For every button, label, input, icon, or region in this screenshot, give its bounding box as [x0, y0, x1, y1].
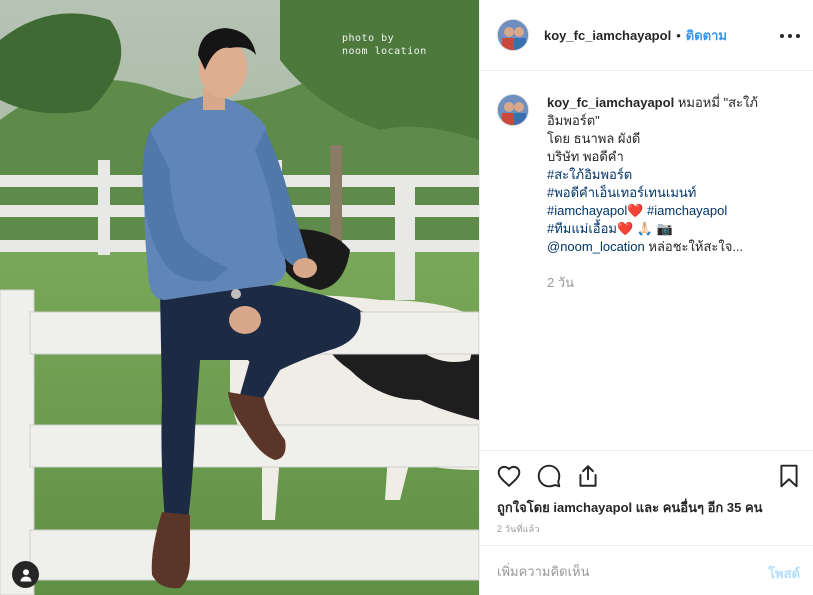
mention-link[interactable]: @noom_location [547, 239, 645, 254]
caption-line4-text: บริษัท พอดีคำ [547, 149, 624, 164]
comment-input[interactable] [497, 560, 737, 582]
caption-line-team: #ทีมแม่เอื้อม❤️ 🙏🏻 📷 [547, 220, 807, 238]
add-comment-bar: โพสต์ [480, 545, 813, 595]
avatar-image [498, 20, 528, 50]
post-photo[interactable]: photo by noom location [0, 0, 479, 595]
likes-summary: ถูกใจโดย iamchayapol และ คนอื่นๆ อีก 35 … [497, 497, 763, 518]
caption-line3-text: โดย ธนาพล ผังดี [547, 131, 641, 146]
heart-emoji: ❤️ [616, 221, 634, 236]
caption-line2-text: อิมพอร์ต" [547, 113, 600, 128]
hashtag-link[interactable]: #สะใภ้อิมพอร์ต [547, 166, 807, 184]
bookmark-icon[interactable] [776, 463, 802, 489]
share-icon[interactable] [575, 463, 601, 489]
user-icon [20, 568, 31, 581]
follow-button[interactable]: ติดตาม [686, 25, 727, 46]
hashtag-link[interactable]: #ทีมแม่เอื้อม [547, 221, 617, 236]
camera-emoji: 📷 [656, 221, 673, 236]
caption-text: koy_fc_iamchayapol หมอหมี่ "สะใภ้ อิมพอร… [547, 94, 807, 256]
caption-mention-suffix: หล่อชะให้สะใจ... [648, 239, 744, 254]
hashtag-link[interactable]: #พอดีคำเอ็นเทอร์เทนเมนท์ [547, 184, 807, 202]
caption-line-hashtags: #iamchayapol❤️ #iamchayapol [547, 202, 807, 220]
caption-avatar[interactable] [497, 94, 529, 126]
liker-username[interactable]: iamchayapol [553, 500, 632, 515]
header-separator: • [676, 27, 681, 43]
watermark-line2: noom location [342, 46, 427, 57]
post-comment-button[interactable]: โพสต์ [768, 563, 800, 584]
hashtag-link[interactable]: #iamchayapol [647, 203, 727, 218]
user-tag-button[interactable] [12, 561, 39, 588]
heart-emoji: ❤️ [627, 203, 644, 218]
heart-icon[interactable] [496, 463, 522, 489]
comment-time[interactable]: 2 วัน [547, 272, 574, 293]
post-header: koy_fc_iamchayapol • ติดตาม [480, 0, 813, 71]
caption-avatar-image [498, 95, 528, 125]
likes-others-link[interactable]: คนอื่นๆ อีก 35 คน [663, 500, 763, 515]
avatar[interactable] [497, 19, 529, 51]
likes-prefix: ถูกใจโดย [497, 500, 550, 515]
post-date[interactable]: 2 วันที่แล้ว [497, 522, 540, 536]
caption-username[interactable]: koy_fc_iamchayapol [547, 95, 674, 110]
post-details-panel: koy_fc_iamchayapol • ติดตาม koy_fc_iamch… [479, 0, 813, 595]
caption-line1-text: หมอหมี่ "สะใภ้ [677, 95, 758, 110]
caption-line-mention: @noom_location หล่อชะให้สะใจ... [547, 238, 807, 256]
pray-emoji: 🙏🏻 [636, 221, 653, 236]
caption-line-1: koy_fc_iamchayapol หมอหมี่ "สะใภ้ [547, 94, 807, 112]
photo-image [0, 0, 479, 595]
more-options-icon[interactable] [780, 26, 800, 46]
hashtag-link[interactable]: #iamchayapol [547, 203, 627, 218]
photo-watermark: photo by noom location [342, 32, 427, 58]
header-username[interactable]: koy_fc_iamchayapol [544, 28, 671, 43]
watermark-line1: photo by [342, 33, 395, 44]
action-bar: ถูกใจโดย iamchayapol และ คนอื่นๆ อีก 35 … [480, 450, 813, 545]
likes-and: และ [635, 500, 660, 515]
comment-icon[interactable] [536, 463, 562, 489]
